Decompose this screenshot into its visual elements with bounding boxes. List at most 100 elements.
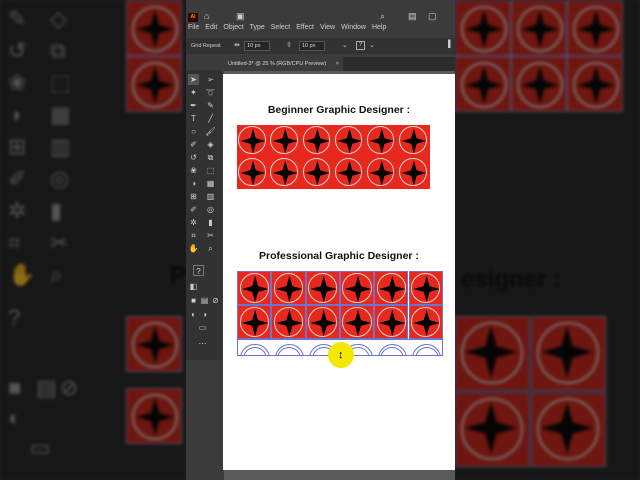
panel-toggle-icon[interactable]: ▌: [448, 41, 453, 48]
blend-tool-icon[interactable]: ◎: [205, 204, 216, 215]
horizontal-spacing-icon: ⇹: [234, 42, 240, 49]
magic-wand-tool-icon[interactable]: ✦: [188, 87, 199, 98]
pattern-tile: [237, 305, 272, 339]
menu-view[interactable]: View: [320, 24, 335, 36]
shaper-tool-icon[interactable]: ✐: [188, 139, 199, 150]
lasso-tool-icon[interactable]: ➰: [205, 87, 216, 98]
screen: ✎ ◇ ↺ ⧉ ❀ ⬚ ◑ ▦ ⊞ ▥ ✐ ◎ ✲ ▮ ⌗ ✂ ✋ ⌕ ? ■ …: [0, 0, 640, 480]
gradient-fill-icon[interactable]: ▤: [199, 295, 210, 306]
pattern-tile: [271, 305, 306, 339]
eraser-tool-icon[interactable]: ◈: [205, 139, 216, 150]
line-tool-icon[interactable]: ╱: [205, 113, 216, 124]
grid-repeat-label: Grid Repeat: [191, 43, 221, 49]
tools-panel: ➤ ➢ ✦ ➰ ✒ ✎ T ╱ ○ 🖌 ✐ ◈ ↺ ⧉ ❀ ⬚ ◑ ▦ ⊞ ▥ …: [186, 70, 222, 360]
menu-effect[interactable]: Effect: [296, 24, 314, 36]
slice-tool-icon[interactable]: ✂: [205, 230, 216, 241]
help-icon[interactable]: ?: [193, 265, 204, 276]
workspace-icon[interactable]: ▤: [408, 11, 417, 22]
menu-window[interactable]: Window: [341, 24, 366, 36]
screen-mode-icon[interactable]: ▭: [197, 322, 208, 333]
app-top-bar: Ai ⌂ ▣ ⌕ ▤ ▢: [186, 6, 455, 24]
document-tab[interactable]: Untitled-3* @ 25 % (RGB/CPU Preview) ×: [224, 57, 343, 71]
draw-behind-icon[interactable]: ◑: [199, 309, 210, 320]
pattern-tile: [339, 271, 375, 305]
gradient-tool-icon[interactable]: ▥: [205, 191, 216, 202]
pattern-tile: [269, 125, 302, 157]
pattern-tile: [397, 157, 430, 189]
pattern-tile: [374, 305, 409, 339]
vertical-spacing-input[interactable]: 10 px: [299, 41, 325, 51]
draw-mode-icon[interactable]: ◐: [188, 309, 199, 320]
color-fill-icon[interactable]: ■: [188, 295, 199, 306]
artboard[interactable]: Beginner Graphic Designer : Professional…: [223, 74, 455, 470]
type-tool-icon[interactable]: T: [188, 113, 199, 124]
scale-tool-icon[interactable]: ⧉: [205, 152, 216, 163]
pattern-tile: [408, 271, 443, 305]
warp-tool-icon[interactable]: ❀: [188, 165, 199, 176]
pattern-tile: [333, 125, 366, 157]
pattern-tile: [237, 271, 272, 305]
curvature-tool-icon[interactable]: ✎: [205, 100, 216, 111]
arrange-docs-icon[interactable]: ▣: [236, 11, 245, 22]
menu-type[interactable]: Type: [250, 24, 265, 36]
selection-tool-icon[interactable]: ➤: [188, 74, 199, 85]
shape-builder-tool-icon[interactable]: ◑: [188, 178, 199, 189]
pattern-tile: [333, 157, 366, 189]
pattern-tile: [305, 305, 340, 339]
menu-help[interactable]: Help: [372, 24, 386, 36]
app-logo: Ai: [188, 13, 198, 22]
pattern-tile: [237, 157, 270, 189]
vertical-spacing-icon: ⇳: [286, 42, 292, 49]
blurred-background-left: ✎ ◇ ↺ ⧉ ❀ ⬚ ◑ ▦ ⊞ ▥ ✐ ◎ ✲ ▮ ⌗ ✂ ✋ ⌕ ? ■ …: [0, 0, 186, 480]
column-graph-tool-icon[interactable]: ▮: [205, 217, 216, 228]
pattern-tile: [301, 125, 334, 157]
help-button[interactable]: ?: [356, 41, 365, 50]
pen-tool-icon[interactable]: ✒: [188, 100, 199, 111]
direct-selection-tool-icon[interactable]: ➢: [205, 74, 216, 85]
menu-select[interactable]: Select: [271, 24, 290, 36]
search-icon[interactable]: ⌕: [380, 11, 385, 22]
paintbrush-tool-icon[interactable]: 🖌: [205, 126, 216, 137]
menu-file[interactable]: File: [188, 24, 199, 36]
horizontal-spacing-input[interactable]: 10 px: [244, 41, 270, 51]
menu-object[interactable]: Object: [223, 24, 243, 36]
pattern-tile: [374, 271, 409, 305]
beginner-heading: Beginner Graphic Designer :: [267, 104, 411, 116]
pattern-tile: [365, 125, 398, 157]
none-fill-icon[interactable]: ⊘: [210, 295, 221, 306]
pattern-tile: [397, 125, 430, 157]
pattern-tile: [271, 271, 306, 305]
document-tab-bar: Untitled-3* @ 25 % (RGB/CPU Preview) ×: [224, 57, 455, 71]
more-tools-icon[interactable]: ⋯: [197, 338, 208, 349]
ellipse-tool-icon[interactable]: ○: [188, 126, 199, 137]
fill-stroke-icon[interactable]: ◧: [188, 281, 199, 292]
pattern-tile: [237, 125, 270, 157]
beginner-pattern-grid[interactable]: [237, 125, 430, 189]
document-tab-title: Untitled-3* @ 25 % (RGB/CPU Preview): [228, 61, 327, 67]
pattern-tile: [305, 271, 340, 305]
perspective-tool-icon[interactable]: ▦: [205, 178, 216, 189]
control-bar: Grid Repeat ⇹ 10 px ⇳ 10 px ⌄ ? ⌄ ▌: [186, 38, 455, 54]
professional-heading: Professional Graphic Designer :: [259, 250, 419, 262]
resize-cursor-icon: ↕: [338, 349, 344, 361]
blurred-background-right: esigner :: [455, 0, 640, 480]
pattern-tile: [301, 157, 334, 189]
pattern-tile: [339, 305, 375, 339]
pattern-tile: [269, 157, 302, 189]
panel-icon[interactable]: ▢: [428, 11, 437, 22]
artboard-tool-icon[interactable]: ⌗: [188, 230, 199, 241]
free-transform-tool-icon[interactable]: ⬚: [205, 165, 216, 176]
rotate-tool-icon[interactable]: ↺: [188, 152, 199, 163]
pattern-tile: [365, 157, 398, 189]
chevron-down-icon[interactable]: ⌄: [342, 41, 348, 49]
close-icon[interactable]: ×: [336, 61, 339, 67]
home-icon[interactable]: ⌂: [204, 11, 209, 21]
chevron-down-icon[interactable]: ⌄: [369, 41, 375, 49]
zoom-tool-icon[interactable]: ⌕: [205, 243, 216, 254]
menu-edit[interactable]: Edit: [205, 24, 217, 36]
mesh-tool-icon[interactable]: ⊞: [188, 191, 199, 202]
pattern-tile: [408, 305, 443, 339]
eyedropper-tool-icon[interactable]: ✐: [188, 204, 199, 215]
symbol-sprayer-tool-icon[interactable]: ✲: [188, 217, 199, 228]
hand-tool-icon[interactable]: ✋: [188, 243, 199, 254]
